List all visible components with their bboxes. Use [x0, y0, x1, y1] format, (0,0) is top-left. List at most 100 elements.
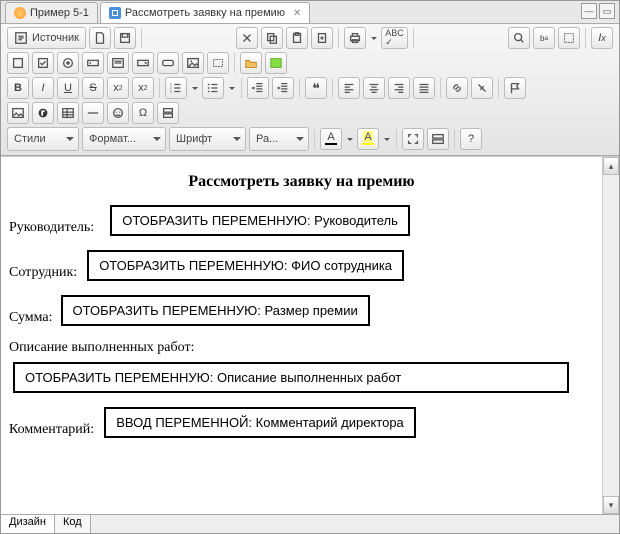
minimize-button[interactable]: —: [581, 3, 597, 19]
align-right-button[interactable]: [388, 77, 410, 99]
picture-icon: [11, 106, 25, 120]
var-description[interactable]: ОТОБРАЗИТЬ ПЕРЕМЕННУЮ: Описание выполнен…: [13, 362, 569, 393]
source-label: Источник: [32, 32, 79, 44]
maximize-editor-button[interactable]: [402, 128, 424, 150]
copy-icon: [265, 31, 279, 45]
special-char-button[interactable]: Ω: [132, 102, 154, 124]
file-tab-1[interactable]: Пример 5-1: [5, 2, 98, 23]
close-icon[interactable]: ✕: [293, 8, 301, 19]
textfield-icon: [86, 56, 100, 70]
scroll-up-button[interactable]: ▴: [603, 157, 619, 175]
folder-button[interactable]: [240, 52, 262, 74]
toolbar-row-1: Источник ABC✓ ba Ix: [7, 27, 613, 49]
radio-button[interactable]: [57, 52, 79, 74]
var-comment[interactable]: ВВОД ПЕРЕМЕННОЙ: Комментарий директора: [104, 407, 416, 438]
iframe-icon: [269, 56, 283, 70]
size-dropdown[interactable]: Ра...: [249, 127, 309, 151]
indent-button[interactable]: [272, 77, 294, 99]
scroll-down-button[interactable]: ▾: [603, 496, 619, 514]
save-button[interactable]: [114, 27, 136, 49]
image-insert-button[interactable]: [7, 102, 29, 124]
field-employee: Сотрудник: ОТОБРАЗИТЬ ПЕРЕМЕННУЮ: ФИО со…: [9, 250, 594, 281]
print-button[interactable]: [344, 27, 366, 49]
smiley-button[interactable]: [107, 102, 129, 124]
align-center-button[interactable]: [363, 77, 385, 99]
label-amount: Сумма:: [9, 310, 53, 326]
underline-button[interactable]: U: [57, 77, 79, 99]
checkbox-icon: [36, 56, 50, 70]
unlink-button[interactable]: [471, 77, 493, 99]
find-button[interactable]: [508, 27, 530, 49]
scroll-track[interactable]: [603, 175, 619, 496]
ul-icon: [206, 81, 220, 95]
select-button[interactable]: [132, 52, 154, 74]
format-dropdown[interactable]: Формат...: [82, 127, 166, 151]
cut-button[interactable]: [236, 27, 258, 49]
document-body[interactable]: Рассмотреть заявку на премию Руководител…: [1, 157, 602, 514]
new-page-button[interactable]: [89, 27, 111, 49]
quote-button[interactable]: ❝: [305, 77, 327, 99]
strike-button[interactable]: S: [82, 77, 104, 99]
radio-icon: [61, 56, 75, 70]
pagebreak-button[interactable]: [157, 102, 179, 124]
font-dropdown[interactable]: Шрифт: [169, 127, 246, 151]
link-button[interactable]: [446, 77, 468, 99]
field-description: Описание выполненных работ: ОТОБРАЗИТЬ П…: [9, 340, 594, 393]
select-icon: [562, 31, 576, 45]
var-employee[interactable]: ОТОБРАЗИТЬ ПЕРЕМЕННУЮ: ФИО сотрудника: [87, 250, 404, 281]
maximize-button[interactable]: ▭: [599, 3, 615, 19]
hr-icon: [86, 106, 100, 120]
checkbox-button[interactable]: [32, 52, 54, 74]
table-button[interactable]: [57, 102, 79, 124]
ul-button[interactable]: [202, 77, 224, 99]
italic-button[interactable]: I: [32, 77, 54, 99]
textarea-button[interactable]: [107, 52, 129, 74]
field-manager: Руководитель: ОТОБРАЗИТЬ ПЕРЕМЕННУЮ: Рук…: [9, 205, 594, 236]
select-all-button[interactable]: [558, 27, 580, 49]
align-justify-button[interactable]: [413, 77, 435, 99]
toolbar: Источник ABC✓ ba Ix: [1, 24, 619, 156]
flash-button[interactable]: [32, 102, 54, 124]
button-button[interactable]: [157, 52, 179, 74]
textfield-button[interactable]: [82, 52, 104, 74]
design-tab[interactable]: Дизайн: [1, 514, 55, 533]
align-left-button[interactable]: [338, 77, 360, 99]
bold-button[interactable]: B: [7, 77, 29, 99]
flag-button[interactable]: [504, 77, 526, 99]
show-blocks-button[interactable]: [427, 128, 449, 150]
var-manager[interactable]: ОТОБРАЗИТЬ ПЕРЕМЕННУЮ: Руководитель: [110, 205, 410, 236]
source-button[interactable]: Источник: [7, 27, 86, 49]
unlink-icon: [475, 81, 489, 95]
file-tab-2[interactable]: Рассмотреть заявку на премию ✕: [100, 2, 311, 23]
label-manager: Руководитель:: [9, 220, 94, 236]
code-tab[interactable]: Код: [55, 514, 91, 533]
paste-special-button[interactable]: [311, 27, 333, 49]
process-icon: [14, 7, 26, 19]
ol-button[interactable]: 123: [165, 77, 187, 99]
image-button[interactable]: [182, 52, 204, 74]
replace-button[interactable]: ba: [533, 27, 555, 49]
copy-button[interactable]: [261, 27, 283, 49]
spellcheck-button[interactable]: ABC✓: [381, 27, 408, 49]
superscript-button[interactable]: x2: [132, 77, 154, 99]
form-button[interactable]: [7, 52, 29, 74]
align-right-icon: [392, 81, 406, 95]
styles-dropdown[interactable]: Стили: [7, 127, 79, 151]
outdent-button[interactable]: [247, 77, 269, 99]
file-tabs: Пример 5-1 Рассмотреть заявку на премию …: [1, 1, 619, 24]
iframe-button[interactable]: [265, 52, 287, 74]
page-icon: [93, 31, 107, 45]
paste-icon: [290, 31, 304, 45]
bg-color-button[interactable]: A: [357, 128, 379, 150]
text-color-button[interactable]: А: [320, 128, 342, 150]
subscript-button[interactable]: x2: [107, 77, 129, 99]
help-button[interactable]: ?: [460, 128, 482, 150]
hidden-button[interactable]: [207, 52, 229, 74]
var-amount[interactable]: ОТОБРАЗИТЬ ПЕРЕМЕННУЮ: Размер премии: [61, 295, 370, 326]
vertical-scrollbar[interactable]: ▴ ▾: [602, 157, 619, 514]
remove-format-button[interactable]: Ix: [591, 27, 613, 49]
view-tabs: Дизайн Код: [1, 514, 619, 533]
paste-button[interactable]: [286, 27, 308, 49]
printer-icon: [348, 31, 362, 45]
hr-button[interactable]: [82, 102, 104, 124]
